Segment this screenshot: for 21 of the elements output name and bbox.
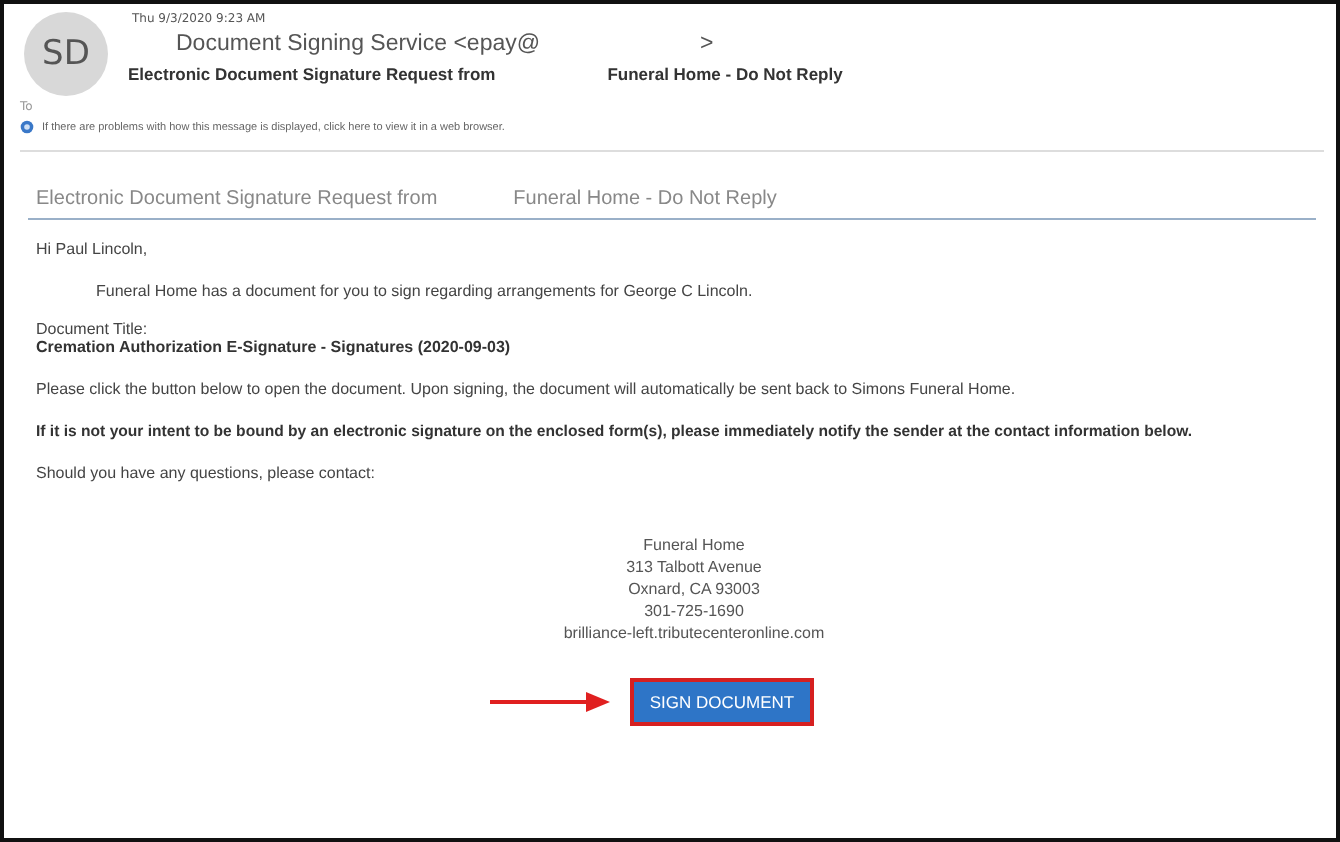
subject-text: Funeral Home - Do Not Reply: [607, 64, 843, 84]
contact-line: Oxnard, CA 93003: [628, 578, 760, 600]
intro-text: Funeral Home has a document for you to sign regarding arrangements for George C Lincoln.: [94, 282, 755, 300]
sender-name: Document Signing Service <epay@: [176, 32, 541, 56]
sign-document-button[interactable]: SIGN DOCUMENT: [629, 678, 815, 726]
instructions-text: Please click the button below to open the document. Upon signing, the document will automatically be sent back to Simons Funeral Home.: [34, 380, 1018, 398]
email-title: Funeral Home - Do Not Reply: [513, 188, 777, 210]
contact-line: brilliance-left.tributecenteronline.com: [563, 622, 825, 644]
greeting-text: Hi Paul Lincoln,: [34, 240, 150, 258]
contact-line: Funeral Home: [643, 534, 745, 556]
arrow-icon: [489, 692, 610, 712]
info-icon: [20, 120, 34, 134]
avatar: SD: [24, 12, 108, 96]
questions-text: Should you have any questions, please contact:: [34, 464, 377, 482]
document-label: Document Title:: [34, 320, 150, 338]
sender-end: >: [700, 32, 714, 56]
email-title: Electronic Document Signature Request from: [36, 188, 438, 210]
subject-text: Electronic Document Signature Request from: [128, 64, 496, 84]
document-title: Cremation Authorization E-Signature - Signatures (2020-09-03): [34, 338, 513, 356]
contact-line: 313 Talbott Avenue: [626, 556, 762, 578]
contact-line: 301-725-1690: [644, 600, 744, 622]
